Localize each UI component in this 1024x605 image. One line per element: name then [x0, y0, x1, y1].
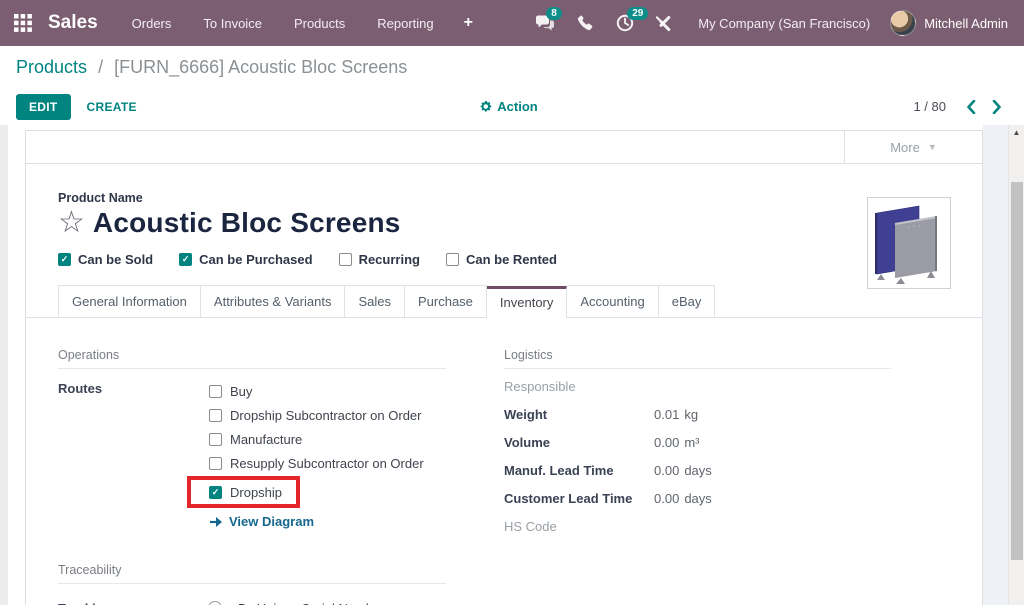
- user-name: Mitchell Admin: [924, 16, 1008, 31]
- route-buy-checkbox[interactable]: Buy: [209, 379, 424, 403]
- menu-plus-icon[interactable]: +: [450, 14, 487, 32]
- hs-code-field[interactable]: HS Code: [504, 519, 891, 537]
- route-dropship-checkbox[interactable]: Dropship: [209, 480, 282, 504]
- checkbox-unchecked-icon: [209, 433, 222, 446]
- phone-icon[interactable]: [566, 0, 605, 46]
- debug-tools-icon[interactable]: [645, 0, 684, 46]
- tab-general-information[interactable]: General Information: [58, 285, 201, 318]
- breadcrumb-current: [FURN_6666] Acoustic Bloc Screens: [114, 57, 407, 77]
- can-be-sold-checkbox[interactable]: Can be Sold: [58, 252, 153, 267]
- activities-clock-icon[interactable]: 29: [605, 0, 645, 46]
- checkbox-unchecked-icon: [209, 409, 222, 422]
- menu-orders[interactable]: Orders: [116, 14, 188, 32]
- breadcrumb-products-link[interactable]: Products: [16, 57, 87, 77]
- checkbox-unchecked-icon: [446, 253, 459, 266]
- customer-lead-time-field[interactable]: Customer Lead Time 0.00days: [504, 491, 891, 509]
- logistics-group-title: Logistics: [504, 348, 891, 369]
- main-menu: Orders To Invoice Products Reporting +: [116, 14, 487, 32]
- edit-button[interactable]: EDIT: [16, 94, 71, 120]
- scroll-up-arrow-icon[interactable]: ▲: [1009, 125, 1024, 139]
- chevron-right-icon: [992, 100, 1002, 114]
- more-dropdown-button[interactable]: More ▼: [844, 131, 982, 163]
- button-box: More ▼: [26, 131, 982, 164]
- route-manufacture-checkbox[interactable]: Manufacture: [209, 427, 424, 451]
- manuf-lead-time-field[interactable]: Manuf. Lead Time 0.00days: [504, 463, 891, 481]
- product-flags: Can be Sold Can be Purchased Recurring C…: [58, 252, 982, 267]
- gear-icon: [479, 100, 492, 113]
- menu-to-invoice[interactable]: To Invoice: [187, 14, 278, 32]
- top-navbar: Sales Orders To Invoice Products Reporti…: [0, 0, 1024, 46]
- apps-grid-icon[interactable]: [0, 14, 46, 32]
- checkbox-checked-icon: [209, 486, 222, 499]
- checkbox-unchecked-icon: [209, 457, 222, 470]
- app-name[interactable]: Sales: [46, 12, 116, 34]
- tab-attributes-variants[interactable]: Attributes & Variants: [201, 285, 346, 318]
- can-be-purchased-checkbox[interactable]: Can be Purchased: [179, 252, 312, 267]
- operations-group-title: Operations: [58, 348, 446, 369]
- product-title[interactable]: Acoustic Bloc Screens: [93, 207, 401, 239]
- messages-icon[interactable]: 8: [524, 0, 566, 46]
- traceability-group-title: Traceability: [58, 563, 446, 584]
- inventory-tab-content: Operations Routes Buy Dropship Su: [58, 318, 982, 605]
- checkbox-unchecked-icon: [209, 385, 222, 398]
- routes-field-label: Routes: [58, 379, 209, 396]
- pager-previous-button[interactable]: [960, 98, 982, 116]
- routes-list: Buy Dropship Subcontractor on Order Manu…: [209, 379, 424, 529]
- user-menu[interactable]: Mitchell Admin: [884, 10, 1014, 36]
- menu-reporting[interactable]: Reporting: [361, 14, 449, 32]
- red-highlight-annotation: Dropship: [187, 476, 300, 508]
- chevron-left-icon: [966, 100, 976, 114]
- product-name-label: Product Name: [58, 191, 982, 205]
- create-button[interactable]: CREATE: [87, 100, 137, 114]
- tab-sales[interactable]: Sales: [345, 285, 405, 318]
- odoo-app-window: Sales Orders To Invoice Products Reporti…: [0, 0, 1024, 605]
- weight-field[interactable]: Weight 0.01kg: [504, 407, 891, 425]
- pager-next-button[interactable]: [986, 98, 1008, 116]
- checkbox-checked-icon: [58, 253, 71, 266]
- vertical-scrollbar[interactable]: ▲: [1008, 125, 1024, 605]
- tab-accounting[interactable]: Accounting: [567, 285, 658, 318]
- more-label: More: [890, 140, 920, 155]
- volume-field[interactable]: Volume 0.00m³: [504, 435, 891, 453]
- traceability-group: Traceability Tracking By Unique Serial N…: [58, 563, 446, 605]
- breadcrumb-separator: /: [92, 57, 109, 77]
- responsible-field[interactable]: Responsible: [504, 379, 891, 397]
- right-gutter: [983, 125, 1008, 605]
- checkbox-unchecked-icon: [339, 253, 352, 266]
- pager-value: 1 / 80: [913, 99, 946, 114]
- route-resupply-subcontractor-checkbox[interactable]: Resupply Subcontractor on Order: [209, 451, 424, 475]
- recurring-checkbox[interactable]: Recurring: [339, 252, 420, 267]
- arrow-right-icon: [209, 516, 223, 528]
- view-diagram-link[interactable]: View Diagram: [209, 514, 424, 529]
- pager: 1 / 80: [913, 98, 1008, 116]
- form-sheet: More ▼: [25, 130, 983, 605]
- breadcrumb: Products / [FURN_6666] Acoustic Bloc Scr…: [16, 57, 407, 78]
- company-switcher[interactable]: My Company (San Francisco): [684, 16, 884, 31]
- tab-ebay[interactable]: eBay: [659, 285, 716, 318]
- tracking-field-label: Tracking: [58, 601, 208, 605]
- form-view: More ▼: [0, 125, 1024, 605]
- checkbox-checked-icon: [179, 253, 192, 266]
- left-gutter: [0, 125, 8, 605]
- tab-inventory[interactable]: Inventory: [487, 286, 567, 319]
- chevron-down-icon: ▼: [928, 142, 937, 152]
- volume-unit: m³: [684, 435, 699, 450]
- messages-count-badge: 8: [546, 7, 562, 20]
- route-dropship-subcontractor-checkbox[interactable]: Dropship Subcontractor on Order: [209, 403, 424, 427]
- menu-products[interactable]: Products: [278, 14, 361, 32]
- product-image[interactable]: [867, 197, 951, 289]
- user-avatar: [890, 10, 916, 36]
- tab-purchase[interactable]: Purchase: [405, 285, 487, 318]
- favorite-star-icon[interactable]: ☆: [58, 208, 85, 238]
- notebook-tabs: General Information Attributes & Variant…: [58, 285, 982, 318]
- action-label: Action: [497, 99, 537, 114]
- can-be-rented-checkbox[interactable]: Can be Rented: [446, 252, 557, 267]
- radio-unchecked-icon: [208, 601, 222, 605]
- weight-unit: kg: [684, 407, 698, 422]
- control-panel: Products / [FURN_6666] Acoustic Bloc Scr…: [0, 46, 1024, 125]
- action-menu-button[interactable]: Action: [479, 99, 537, 114]
- tracking-serial-radio[interactable]: By Unique Serial Numbers: [208, 596, 391, 605]
- scrollbar-thumb[interactable]: [1011, 182, 1023, 560]
